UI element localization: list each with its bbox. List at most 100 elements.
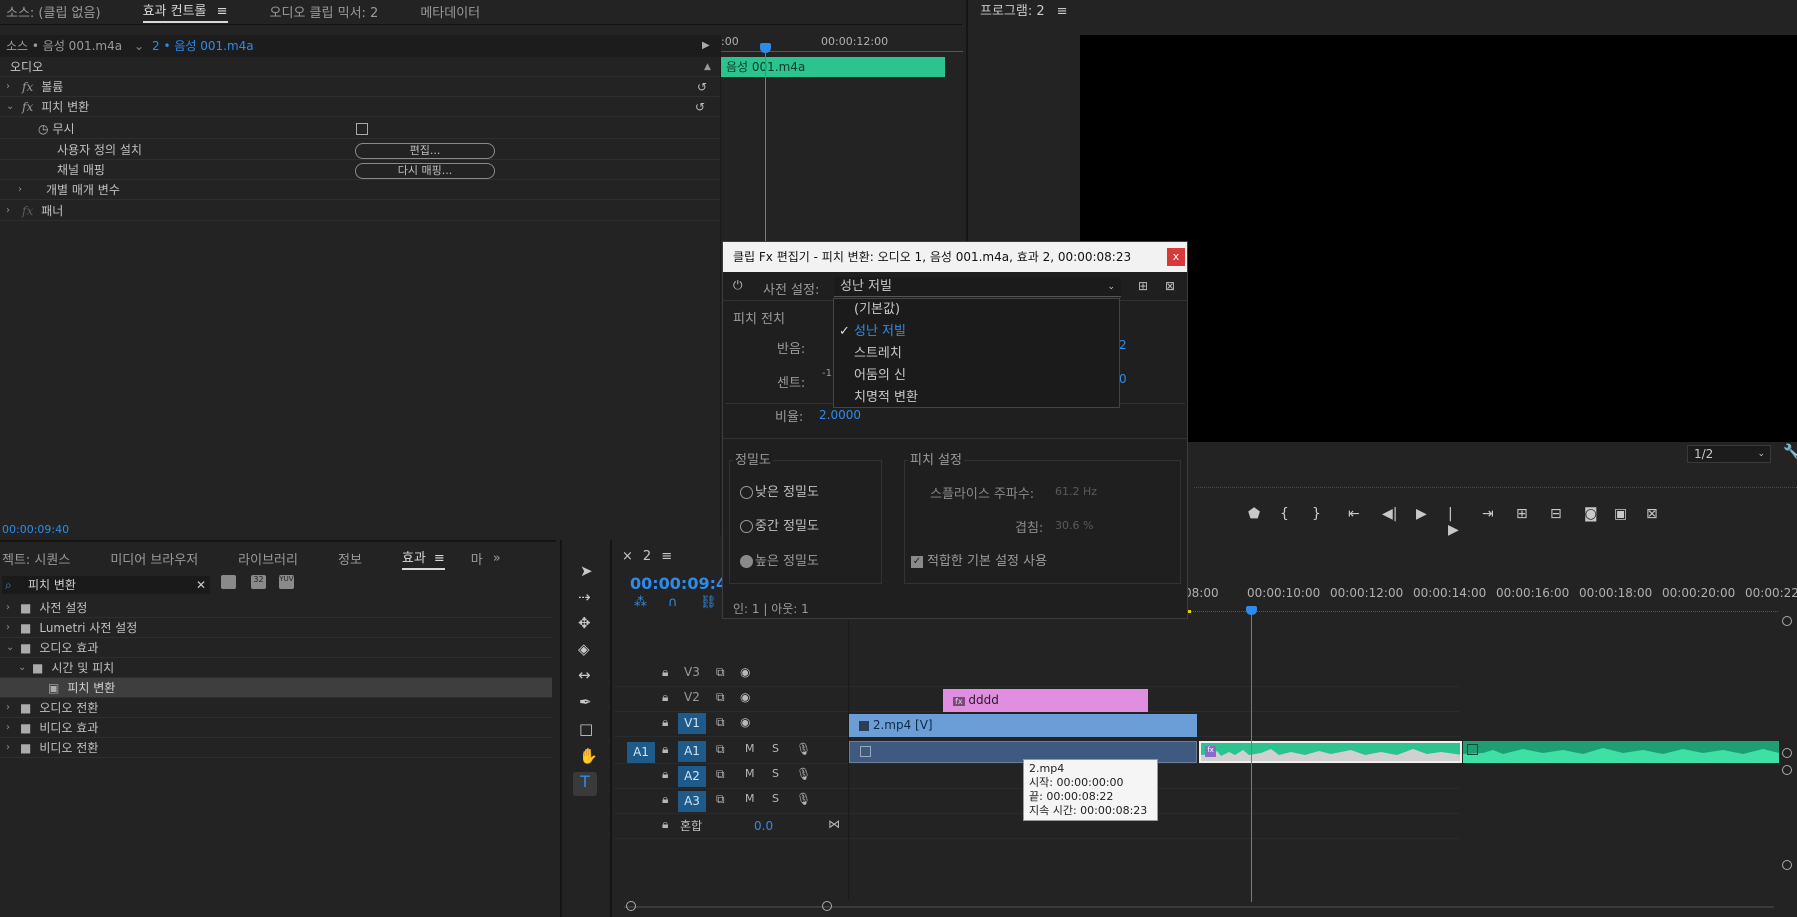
stopwatch-icon[interactable]: ◷ xyxy=(38,122,48,136)
mark-in-icon[interactable]: { xyxy=(1280,506,1289,522)
effect-row-panner[interactable]: › fx 패너 xyxy=(0,201,720,221)
tab-effect-controls[interactable]: 효과 컨트롤 ≡ xyxy=(142,0,228,23)
play-icon[interactable]: ▶ xyxy=(1416,506,1427,522)
solo-button[interactable]: S xyxy=(772,767,779,780)
tree-item-audio-transitions[interactable]: › ■ 오디오 전환 xyxy=(0,698,552,718)
dialog-titlebar[interactable]: 클립 Fx 편집기 - 피치 변환: 오디오 1, 음성 001.m4a, 효과… xyxy=(723,242,1187,272)
marker-icon[interactable]: ⬟ xyxy=(1248,506,1260,522)
scroll-handle[interactable] xyxy=(1782,765,1792,775)
param-row-individual[interactable]: › 개별 매개 변수 xyxy=(0,180,720,200)
close-icon[interactable]: × xyxy=(622,549,633,564)
pen-icon[interactable]: ✒ xyxy=(579,693,592,711)
clip-a1-green[interactable] xyxy=(1463,741,1779,763)
track-target-a3[interactable]: A3 xyxy=(678,791,706,812)
sync-icon[interactable]: ⧉ xyxy=(716,742,725,757)
chevron-right-icon[interactable]: › xyxy=(18,184,28,195)
lock-icon[interactable]: 🔒︎ xyxy=(662,665,668,680)
accelerated-effects-icon[interactable] xyxy=(221,575,236,589)
effects-search[interactable]: ⌕ 피치 변환 ✕ xyxy=(2,576,210,594)
lock-icon[interactable]: 🔒︎ xyxy=(662,742,668,757)
clip-a1-selected[interactable]: fx xyxy=(1199,741,1462,763)
cent-value[interactable]: 0 xyxy=(1119,372,1127,386)
tab-media-browser[interactable]: 미디어 브라우저 xyxy=(110,549,198,568)
play-only-icon[interactable]: ▶ xyxy=(702,35,710,57)
step-forward-icon[interactable]: |▶ xyxy=(1448,506,1459,538)
track-target-v1[interactable]: V1 xyxy=(678,713,706,734)
sync-icon[interactable]: ⧉ xyxy=(716,690,725,705)
mute-button[interactable]: M xyxy=(745,767,755,780)
eye-icon[interactable]: ◉ xyxy=(740,665,750,679)
clip-v2[interactable]: fx dddd xyxy=(943,689,1148,712)
zoom-select[interactable]: 1/2 ⌄ xyxy=(1687,445,1771,463)
mini-clip[interactable]: 음성 001.m4a xyxy=(721,57,945,77)
scroll-handle[interactable] xyxy=(1782,616,1792,626)
radio-high-precision[interactable]: 높은 정밀도 xyxy=(740,550,819,569)
camera-icon[interactable]: ◙ xyxy=(1584,506,1598,522)
lock-icon[interactable]: 🔒︎ xyxy=(662,792,668,807)
tab-source[interactable]: 소스: (클립 없음) xyxy=(6,2,101,21)
track-area[interactable]: fx dddd 2.mp4 [V] fx 2.mp4 시작: 00:00:00:… xyxy=(848,606,1779,902)
nest-icon[interactable]: ⁂ xyxy=(634,595,647,610)
fx-icon[interactable]: fx xyxy=(22,204,33,218)
lock-icon[interactable]: 🔒︎ xyxy=(662,817,668,832)
bypass-checkbox[interactable] xyxy=(356,123,368,135)
mark-out-icon[interactable]: } xyxy=(1312,506,1321,522)
effect-controls-timecode[interactable]: 00:00:09:40 xyxy=(2,523,69,536)
tree-item-audio-effects[interactable]: ⌄ ■ 오디오 효과 xyxy=(0,638,552,658)
lock-icon[interactable]: 🔒︎ xyxy=(662,767,668,782)
chevron-down-icon[interactable]: ⌄ xyxy=(134,35,144,57)
microphone-icon[interactable]: 🎙︎ xyxy=(796,742,811,756)
ripple-edit-icon[interactable]: ✥ xyxy=(578,614,591,632)
go-to-in-icon[interactable]: ⇤ xyxy=(1348,506,1360,522)
rectangle-icon[interactable]: □ xyxy=(579,720,593,738)
radio-mid-precision[interactable]: 중간 정밀도 xyxy=(740,515,819,534)
tab-libraries[interactable]: 라이브러리 xyxy=(238,549,298,568)
chevron-right-icon[interactable]: › xyxy=(6,81,16,92)
clip-v1[interactable]: 2.mp4 [V] xyxy=(849,714,1197,737)
tree-item-pitch-shifter[interactable]: ▣ 피치 변환 xyxy=(0,678,552,698)
step-back-icon[interactable]: ◀| xyxy=(1382,506,1397,522)
sync-icon[interactable]: ⧉ xyxy=(716,792,725,807)
semitone-value[interactable]: 2 xyxy=(1119,338,1127,352)
zoom-handle-right[interactable] xyxy=(822,901,832,911)
tab-more[interactable]: 마 xyxy=(471,549,483,568)
tree-item-video-effects[interactable]: › ■ 비디오 효과 xyxy=(0,718,552,738)
reset-icon[interactable]: ↺ xyxy=(697,80,707,94)
sync-icon[interactable]: ⧉ xyxy=(716,767,725,782)
mix-end-icon[interactable]: ⋈ xyxy=(828,817,840,831)
effect-row-volume[interactable]: › fx 볼륨 ↺ xyxy=(0,77,720,97)
ratio-value[interactable]: 2.0000 xyxy=(819,408,861,422)
mute-button[interactable]: M xyxy=(745,792,755,805)
playhead-line[interactable] xyxy=(1251,612,1252,902)
extract-icon[interactable]: ⊟ xyxy=(1550,506,1562,522)
menu-item-dark-lord[interactable]: 어둠의 신 xyxy=(834,365,1119,387)
search-input[interactable]: 피치 변환 xyxy=(28,576,76,594)
delete-preset-icon[interactable]: ⊠ xyxy=(1165,279,1175,293)
tab-audio-clip-mixer[interactable]: 오디오 클립 믹서: 2 xyxy=(270,2,379,21)
clear-icon[interactable]: ✕ xyxy=(196,576,206,594)
default-settings-checkbox[interactable]: ✓ 적합한 기본 설정 사용 xyxy=(911,550,1047,569)
menu-item-fatal-transform[interactable]: 치명적 변환 xyxy=(834,387,1119,409)
radio-low-precision[interactable]: 낮은 정밀도 xyxy=(740,481,819,500)
tab-effects[interactable]: 효과 ≡ xyxy=(401,547,445,570)
remap-button[interactable]: 다시 매핑... xyxy=(355,163,495,179)
menu-item-stretch[interactable]: 스트레치 xyxy=(834,343,1119,365)
eye-icon[interactable]: ◉ xyxy=(740,690,750,704)
collapse-up-icon[interactable]: ▲ xyxy=(704,57,711,77)
hand-icon[interactable]: ✋ xyxy=(579,747,598,765)
save-preset-icon[interactable]: ⊞ xyxy=(1138,279,1148,293)
menu-item-angry-gerbil[interactable]: ✓ 성난 저빌 xyxy=(834,321,1119,343)
splice-value[interactable]: 61.2 Hz xyxy=(1055,485,1097,498)
reset-icon[interactable]: ↺ xyxy=(695,100,705,114)
close-button[interactable]: x xyxy=(1167,248,1185,266)
lift-icon[interactable]: ⊞ xyxy=(1516,506,1528,522)
tree-item-lumetri[interactable]: › ■ Lumetri 사전 설정 xyxy=(0,618,552,638)
tab-project[interactable]: 젝트: 시퀀스 xyxy=(2,549,70,568)
panel-menu-icon[interactable]: ≡ xyxy=(217,4,228,19)
wrench-icon[interactable]: 🔧 xyxy=(1783,444,1797,460)
tree-item-time-pitch[interactable]: ⌄ ■ 시간 및 피치 xyxy=(0,658,552,678)
eye-icon[interactable]: ◉ xyxy=(740,715,750,729)
compare-icon[interactable]: ▣ xyxy=(1614,506,1627,522)
track-target-a2[interactable]: A2 xyxy=(678,766,706,787)
mini-playhead-handle[interactable] xyxy=(760,43,771,53)
